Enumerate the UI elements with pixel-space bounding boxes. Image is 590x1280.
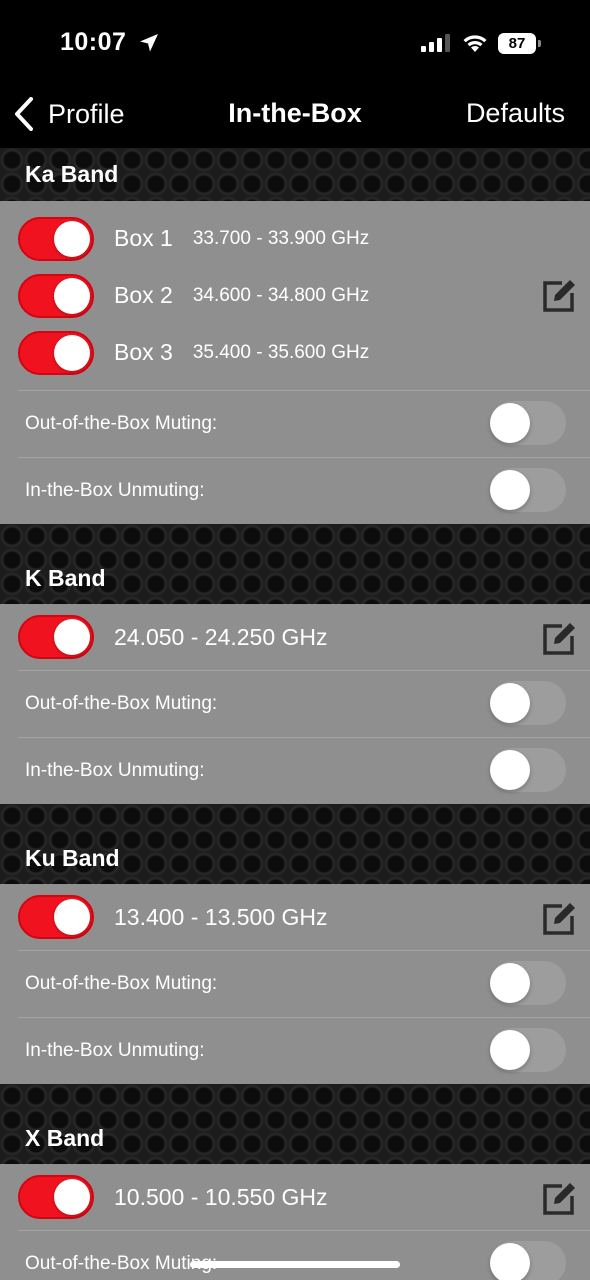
band-header-k: K Band xyxy=(0,524,590,604)
range-row-box2: Box 2 34.600 - 34.800 GHz xyxy=(0,267,590,324)
range-row-box1: Box 1 33.700 - 33.900 GHz xyxy=(0,210,590,267)
toggle-knob xyxy=(54,899,90,935)
in-box-unmuting-toggle[interactable] xyxy=(490,748,566,792)
x-band-toggle[interactable] xyxy=(18,1175,94,1219)
edit-icon[interactable] xyxy=(542,900,578,936)
toggle-knob xyxy=(490,1030,530,1070)
home-indicator[interactable] xyxy=(190,1261,400,1268)
out-of-box-muting-toggle[interactable] xyxy=(490,401,566,445)
range-frequency: 13.400 - 13.500 GHz xyxy=(114,903,328,930)
option-label: Out-of-the-Box Muting: xyxy=(25,693,218,714)
range-list: 24.050 - 24.250 GHz xyxy=(0,604,590,670)
range-frequency: 10.500 - 10.550 GHz xyxy=(114,1183,328,1210)
toggle-knob xyxy=(54,619,90,655)
range-row-box3: Box 3 35.400 - 35.600 GHz xyxy=(0,324,590,381)
band-header-x: X Band xyxy=(0,1084,590,1164)
option-label: Out-of-the-Box Muting: xyxy=(25,1253,218,1274)
status-bar: 10:07 87 xyxy=(0,0,590,84)
out-of-box-muting-row: Out-of-the-Box Muting: xyxy=(18,1230,590,1280)
defaults-button[interactable]: Defaults xyxy=(466,98,565,129)
range-row: 13.400 - 13.500 GHz xyxy=(0,884,590,950)
band-panel-ka: Box 1 33.700 - 33.900 GHz Box 2 34.600 -… xyxy=(0,201,590,524)
toggle-knob xyxy=(490,470,530,510)
out-of-box-muting-toggle[interactable] xyxy=(490,681,566,725)
ku-band-toggle[interactable] xyxy=(18,895,94,939)
settings-list[interactable]: Ka Band Box 1 33.700 - 33.900 GHz Box 2 … xyxy=(0,148,590,1280)
toggle-knob xyxy=(490,403,530,443)
option-label: Out-of-the-Box Muting: xyxy=(25,413,218,434)
range-label: Box 1 xyxy=(114,225,173,251)
band-header-ku: Ku Band xyxy=(0,804,590,884)
range-frequency: 34.600 - 34.800 GHz xyxy=(192,284,370,306)
toggle-knob xyxy=(490,750,530,790)
range-list: Box 1 33.700 - 33.900 GHz Box 2 34.600 -… xyxy=(0,201,590,390)
range-list: 10.500 - 10.550 GHz xyxy=(0,1164,590,1230)
out-of-box-muting-row: Out-of-the-Box Muting: xyxy=(18,670,590,737)
in-box-unmuting-row: In-the-Box Unmuting: xyxy=(18,737,590,804)
range-frequency: 24.050 - 24.250 GHz xyxy=(114,623,328,650)
box3-toggle[interactable] xyxy=(18,330,94,375)
range-frequency: 35.400 - 35.600 GHz xyxy=(192,341,370,363)
out-of-box-muting-row: Out-of-the-Box Muting: xyxy=(18,390,590,457)
toggle-knob xyxy=(490,963,530,1003)
status-time: 10:07 xyxy=(60,28,159,57)
band-panel-ku: 13.400 - 13.500 GHz Out-of-the-Box Mutin… xyxy=(0,884,590,1084)
out-of-box-muting-toggle[interactable] xyxy=(490,961,566,1005)
location-arrow-icon xyxy=(139,34,158,52)
wifi-icon xyxy=(463,35,487,52)
nav-bar: Profile In-the-Box Defaults xyxy=(0,84,590,148)
status-time-text: 10:07 xyxy=(60,28,127,56)
option-label: Out-of-the-Box Muting: xyxy=(25,973,218,994)
in-box-unmuting-row: In-the-Box Unmuting: xyxy=(18,457,590,524)
range-row: 24.050 - 24.250 GHz xyxy=(0,604,590,670)
in-box-unmuting-row: In-the-Box Unmuting: xyxy=(18,1017,590,1084)
option-label: In-the-Box Unmuting: xyxy=(25,1040,205,1061)
box2-toggle[interactable] xyxy=(18,273,94,318)
range-frequency: 33.700 - 33.900 GHz xyxy=(192,227,370,249)
signal-icon xyxy=(421,34,450,52)
toggle-knob xyxy=(490,1243,530,1280)
battery-indicator: 87 xyxy=(498,33,541,54)
toggle-knob xyxy=(54,220,90,257)
in-box-unmuting-toggle[interactable] xyxy=(490,468,566,512)
band-header-ka: Ka Band xyxy=(0,148,590,201)
k-band-toggle[interactable] xyxy=(18,615,94,659)
out-of-box-muting-toggle[interactable] xyxy=(490,1241,566,1280)
range-list: 13.400 - 13.500 GHz xyxy=(0,884,590,950)
edit-icon[interactable] xyxy=(542,620,578,656)
range-label: Box 2 xyxy=(114,282,173,308)
toggle-knob xyxy=(54,334,90,371)
edit-icon[interactable] xyxy=(542,1180,578,1216)
toggle-knob xyxy=(54,277,90,314)
out-of-box-muting-row: Out-of-the-Box Muting: xyxy=(18,950,590,1017)
toggle-knob xyxy=(54,1179,90,1215)
box1-toggle[interactable] xyxy=(18,216,94,261)
toggle-knob xyxy=(490,683,530,723)
band-panel-k: 24.050 - 24.250 GHz Out-of-the-Box Mutin… xyxy=(0,604,590,804)
in-box-unmuting-toggle[interactable] xyxy=(490,1028,566,1072)
option-label: In-the-Box Unmuting: xyxy=(25,760,205,781)
edit-icon[interactable] xyxy=(542,277,578,313)
range-label: Box 3 xyxy=(114,339,173,365)
range-row: 10.500 - 10.550 GHz xyxy=(0,1164,590,1230)
option-label: In-the-Box Unmuting: xyxy=(25,480,205,501)
